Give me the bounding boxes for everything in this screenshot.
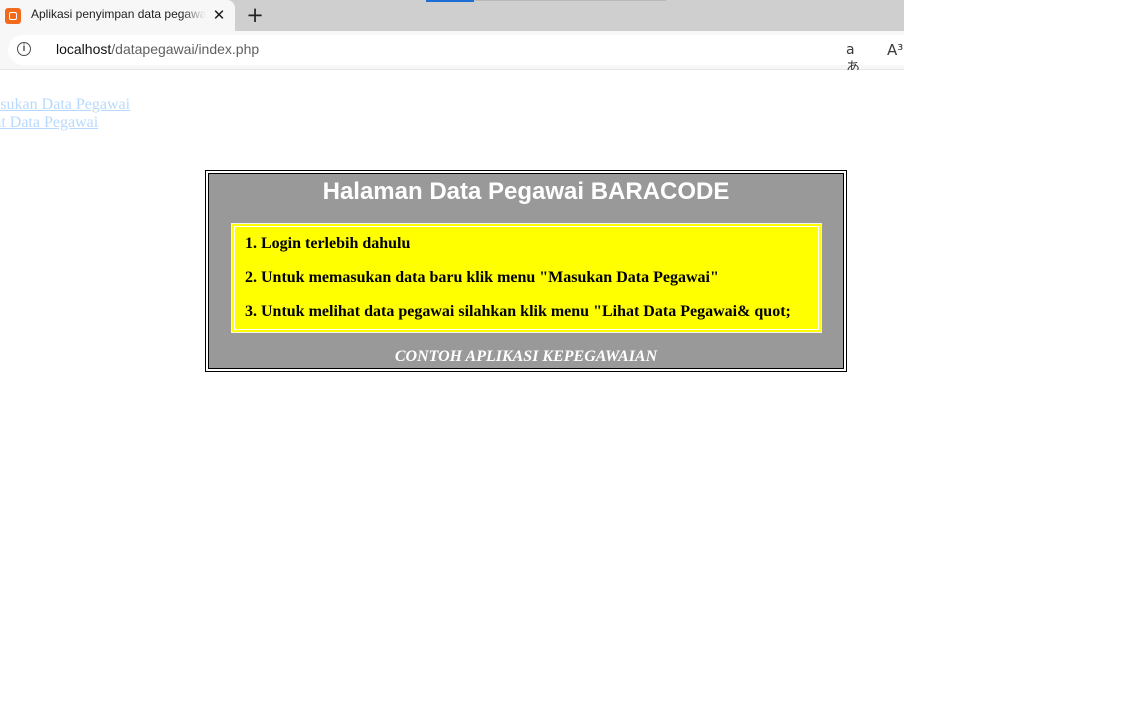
close-tab-icon[interactable]: ✕ [210,6,228,24]
info-panel: Halaman Data Pegawai BARACODE 1. Login t… [205,170,847,372]
url-text[interactable]: localhost/datapegawai/index.php [56,41,259,57]
site-info-icon[interactable]: i [17,42,31,56]
menu-link-lihat-data[interactable]: Lihat Data Pegawai [0,114,98,132]
menu-link-masukan-data[interactable]: Masukan Data Pegawai [0,96,130,114]
instruction-step-2: 2. Untuk memasukan data baru klik menu "… [245,269,719,286]
translate-icon[interactable]: aあ [846,41,868,76]
new-tab-icon[interactable]: + [244,4,266,26]
instruction-step-3: 3. Untuk melihat data pegawai silahkan k… [245,303,791,320]
browser-chrome: Aplikasi penyimpan data pegawai ✕ + i lo… [0,0,918,76]
tab-strip-line [474,0,666,1]
tab-strip-indicator [426,0,474,2]
active-tab[interactable]: Aplikasi penyimpan data pegawai ✕ [0,0,235,31]
instructions-box: 1. Login terlebih dahulu 2. Untuk memasu… [231,223,822,333]
xampp-favicon-icon [5,8,21,24]
page-title: Halaman Data Pegawai BARACODE [322,178,730,205]
address-bar: i localhost/datapegawai/index.php aあ A³ [0,31,918,76]
read-aloud-icon[interactable]: A³ [887,40,904,60]
instruction-step-1: 1. Login terlebih dahulu [245,235,411,252]
info-panel-inner: Halaman Data Pegawai BARACODE 1. Login t… [208,173,844,369]
tab-strip: Aplikasi penyimpan data pegawai ✕ + [0,0,904,31]
url-path: /datapegawai/index.php [111,41,260,57]
tab-title: Aplikasi penyimpan data pegawai [31,7,206,21]
tab-title-fade [182,5,206,25]
web-page: Masukan Data Pegawai Lihat Data Pegawai … [0,70,904,703]
instructions-inner: 1. Login terlebih dahulu 2. Untuk memasu… [234,226,819,330]
url-host: localhost [56,41,112,57]
footer-text: CONTOH APLIKASI KEPEGAWAIAN [394,348,658,365]
